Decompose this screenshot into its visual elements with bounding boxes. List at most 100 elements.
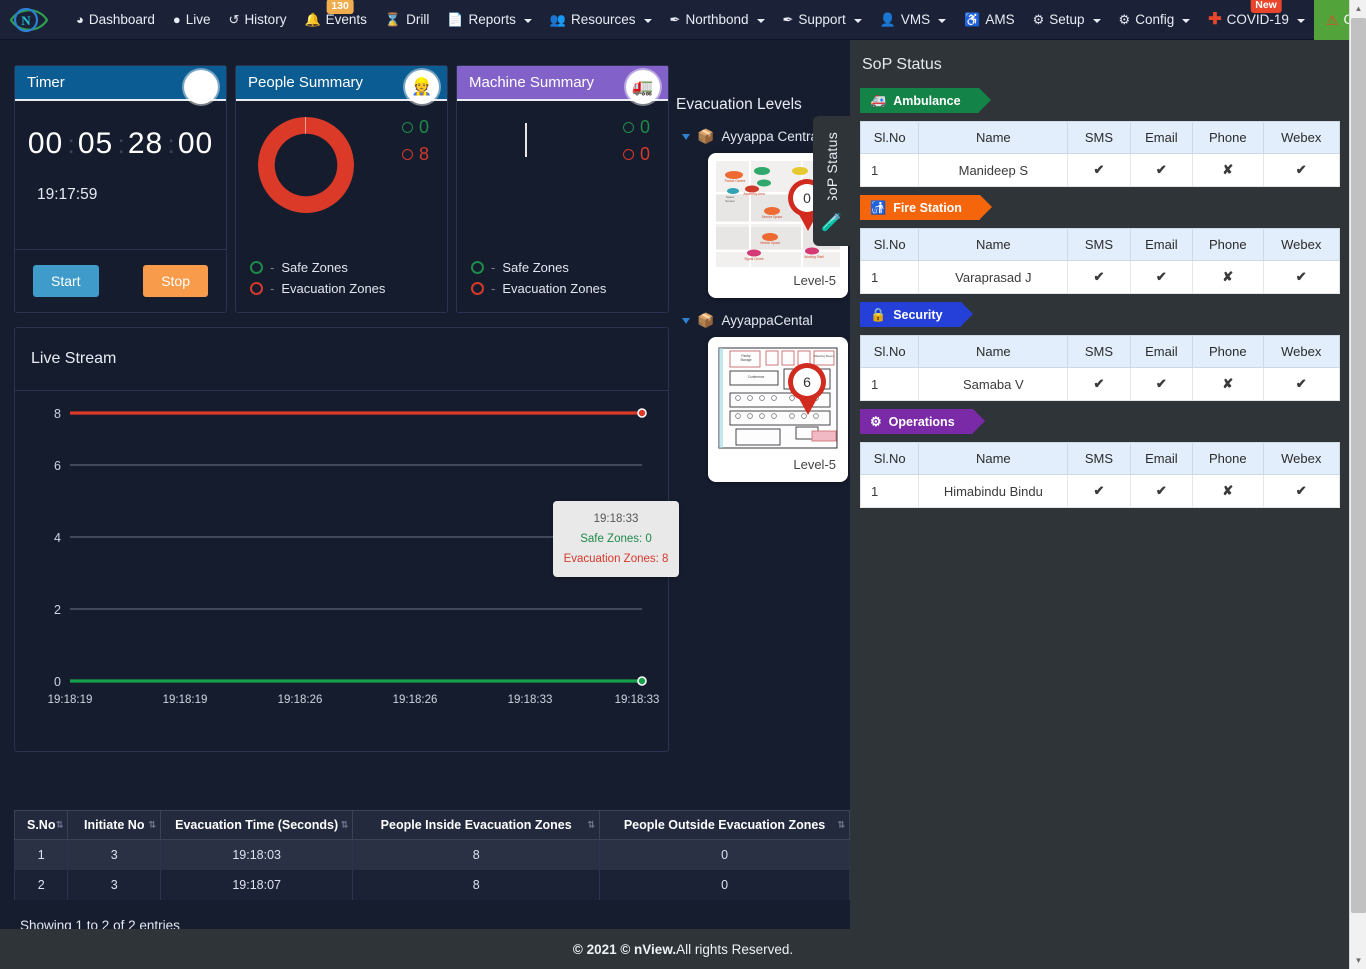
chevron-down-icon: [1296, 18, 1305, 23]
cell-email-status: ✔: [1129, 260, 1194, 294]
legend-safe-zones: - Safe Zones: [471, 260, 606, 275]
machine-evac-count: 0: [639, 144, 650, 164]
medical-cross-icon: ✚: [1208, 10, 1222, 28]
nav-item-vms[interactable]: 👤 VMS: [871, 0, 955, 40]
evacuation-map-card-1[interactable]: Pantry Storage Meeting Room Conference 6…: [708, 337, 848, 482]
cell-sms-status: ✔: [1067, 153, 1131, 187]
col-sms: SMS: [1067, 228, 1131, 261]
col-evacuation-time[interactable]: Evacuation Time (Seconds) ⇅: [160, 810, 354, 840]
nav-item-events[interactable]: 130 🔔 Events: [295, 0, 375, 40]
page-scrollbar[interactable]: ▲ ▼: [1349, 0, 1366, 969]
timer-seconds: 00: [177, 127, 214, 160]
sop-table-ambulance: Sl.No Name SMS Email Phone Webex 1 Manid…: [859, 121, 1340, 187]
col-name: Name: [918, 228, 1069, 261]
nav-item-northbond[interactable]: ✒ Northbond: [661, 0, 774, 40]
cell-sl-no: 1: [859, 474, 920, 508]
col-sms: SMS: [1067, 335, 1131, 368]
dashboard-icon: ◕: [76, 12, 84, 27]
cell-webex-status: ✔: [1262, 367, 1340, 401]
people-counts: 0 8: [401, 117, 429, 171]
nav-item-dashboard[interactable]: ◕ Dashboard: [67, 0, 164, 40]
scroll-down-arrow-icon[interactable]: ▼: [1350, 952, 1366, 969]
scroll-up-arrow-icon[interactable]: ▲: [1350, 0, 1366, 17]
evacuation-tree-node-1[interactable]: 📦 AyyappaCental: [682, 312, 850, 329]
timer-title: Timer: [27, 74, 65, 91]
col-initiate-no[interactable]: Initiate No ⇅: [67, 810, 162, 840]
worker-helmet-icon: 👷: [405, 70, 439, 104]
nav-item-support[interactable]: ✒ Support: [774, 0, 871, 40]
cell-initiate-no: 3: [67, 839, 162, 870]
table-row[interactable]: 1 Samaba V ✔ ✔ ✘ ✔: [859, 367, 1340, 401]
feather-icon: ✒: [669, 12, 681, 27]
cell-sms-status: ✔: [1067, 260, 1131, 294]
nav-item-resources[interactable]: 👥 Resources: [541, 0, 661, 40]
start-button[interactable]: Start: [33, 265, 99, 297]
evacuation-history-table-wrap: S.No ⇅ Initiate No ⇅ Evacuation Time (Seco…: [13, 810, 850, 933]
svg-text:Service Space: Service Space: [762, 215, 783, 219]
people-donut-chart: [258, 117, 354, 213]
col-phone: Phone: [1192, 228, 1264, 261]
col-sl-no: Sl.No: [859, 228, 920, 261]
chevron-down-icon[interactable]: [682, 317, 690, 324]
timer-display: 00 : 05 : 28 : 00: [15, 101, 226, 161]
cell-sl-no: 1: [859, 260, 920, 294]
stopwatch-icon: ⏱: [184, 70, 218, 104]
table-header-row: S.No ⇅ Initiate No ⇅ Evacuation Time (Seco…: [13, 810, 850, 840]
page-body: Timer ⏱ 00 : 05 : 28 : 00 19:17:59 Start…: [0, 40, 1366, 969]
sort-icon: ⇅: [55, 819, 64, 830]
table-row[interactable]: 2 3 19:18:07 8 0: [13, 870, 850, 900]
evacuation-node-label: AyyappaCental: [721, 313, 813, 328]
svg-text:19:18:33: 19:18:33: [615, 694, 660, 706]
col-people-outside[interactable]: People Outside Evacuation Zones ⇅: [599, 810, 850, 840]
machine-card-header: Machine Summary 🚛: [457, 66, 668, 104]
stop-button[interactable]: Stop: [143, 265, 208, 297]
col-people-inside[interactable]: People Inside Evacuation Zones ⇅: [352, 810, 601, 840]
scrollbar-thumb[interactable]: [1351, 18, 1366, 913]
nav-label: Dashboard: [88, 12, 155, 27]
cell-sl-no: 1: [859, 153, 920, 187]
nav-item-drill[interactable]: ⌛ Drill: [376, 0, 438, 40]
safe-zone-ring-icon: [250, 261, 263, 274]
live-stream-chart[interactable]: 8 6 4 2 0 19:18:19 19:18:19 19:18:26 19:…: [15, 391, 679, 731]
cell-webex-status: ✔: [1262, 474, 1340, 508]
tooltip-evac-zones: Evacuation Zones: 8: [563, 553, 669, 566]
timer-days: 00: [27, 127, 64, 160]
timer-controls: Start Stop: [15, 249, 226, 312]
people-summary-card: People Summary 👷 0 8 - Safe Zones - Evac…: [235, 65, 448, 313]
location-pin-icon: ●: [172, 12, 181, 27]
chevron-down-icon: [643, 18, 652, 23]
people-donut-wrap: 0 8: [236, 101, 447, 241]
nav-item-reports[interactable]: 📄 Reports: [438, 0, 540, 40]
table-row[interactable]: 1 Himabindu Bindu ✔ ✔ ✘ ✔: [859, 474, 1340, 508]
nav-item-ams[interactable]: ♿ AMS: [955, 0, 1023, 40]
machine-summary-card: Machine Summary 🚛 0 0 - Safe Zones - Eva…: [456, 65, 669, 313]
footer-rights: All rights Reserved.: [676, 941, 794, 957]
nav-label: Support: [798, 12, 846, 27]
col-webex: Webex: [1262, 442, 1340, 475]
chevron-down-icon[interactable]: [682, 133, 690, 140]
table-row[interactable]: 1 Varaprasad J ✔ ✔ ✘ ✔: [859, 260, 1340, 294]
nav-item-live[interactable]: ● Live: [164, 0, 220, 40]
nav-item-history[interactable]: ↺ History: [220, 0, 296, 40]
feather-icon: ✒: [782, 12, 794, 27]
medical-bottle-icon[interactable]: 🧪: [813, 200, 851, 246]
cell-people-inside: 8: [352, 839, 601, 870]
nav-item-covid19[interactable]: New ✚ COVID-19: [1199, 0, 1314, 40]
nav-label: Events: [325, 12, 367, 27]
nav-label: Live: [185, 12, 211, 27]
cube-icon: 📦: [697, 128, 715, 144]
nav-item-setup[interactable]: ⚙ Setup: [1024, 0, 1110, 40]
events-badge: 130: [326, 0, 354, 15]
table-row[interactable]: 1 3 19:18:03 8 0: [13, 839, 850, 870]
sop-group-label: Operations: [888, 414, 955, 429]
col-phone: Phone: [1192, 121, 1264, 154]
machine-safe-count-row: 0: [622, 117, 650, 138]
machine-title: Machine Summary: [469, 74, 595, 91]
nview-eye-logo[interactable]: N: [0, 0, 57, 40]
svg-text:Signal Centre: Signal Centre: [744, 257, 764, 261]
nav-item-config[interactable]: ⚙ Config: [1110, 0, 1200, 40]
marker-count: 6: [793, 368, 821, 396]
table-row[interactable]: 1 Manideep S ✔ ✔ ✘ ✔: [859, 153, 1340, 187]
col-s-no[interactable]: S.No ⇅: [13, 810, 69, 840]
col-sl-no: Sl.No: [859, 442, 920, 475]
